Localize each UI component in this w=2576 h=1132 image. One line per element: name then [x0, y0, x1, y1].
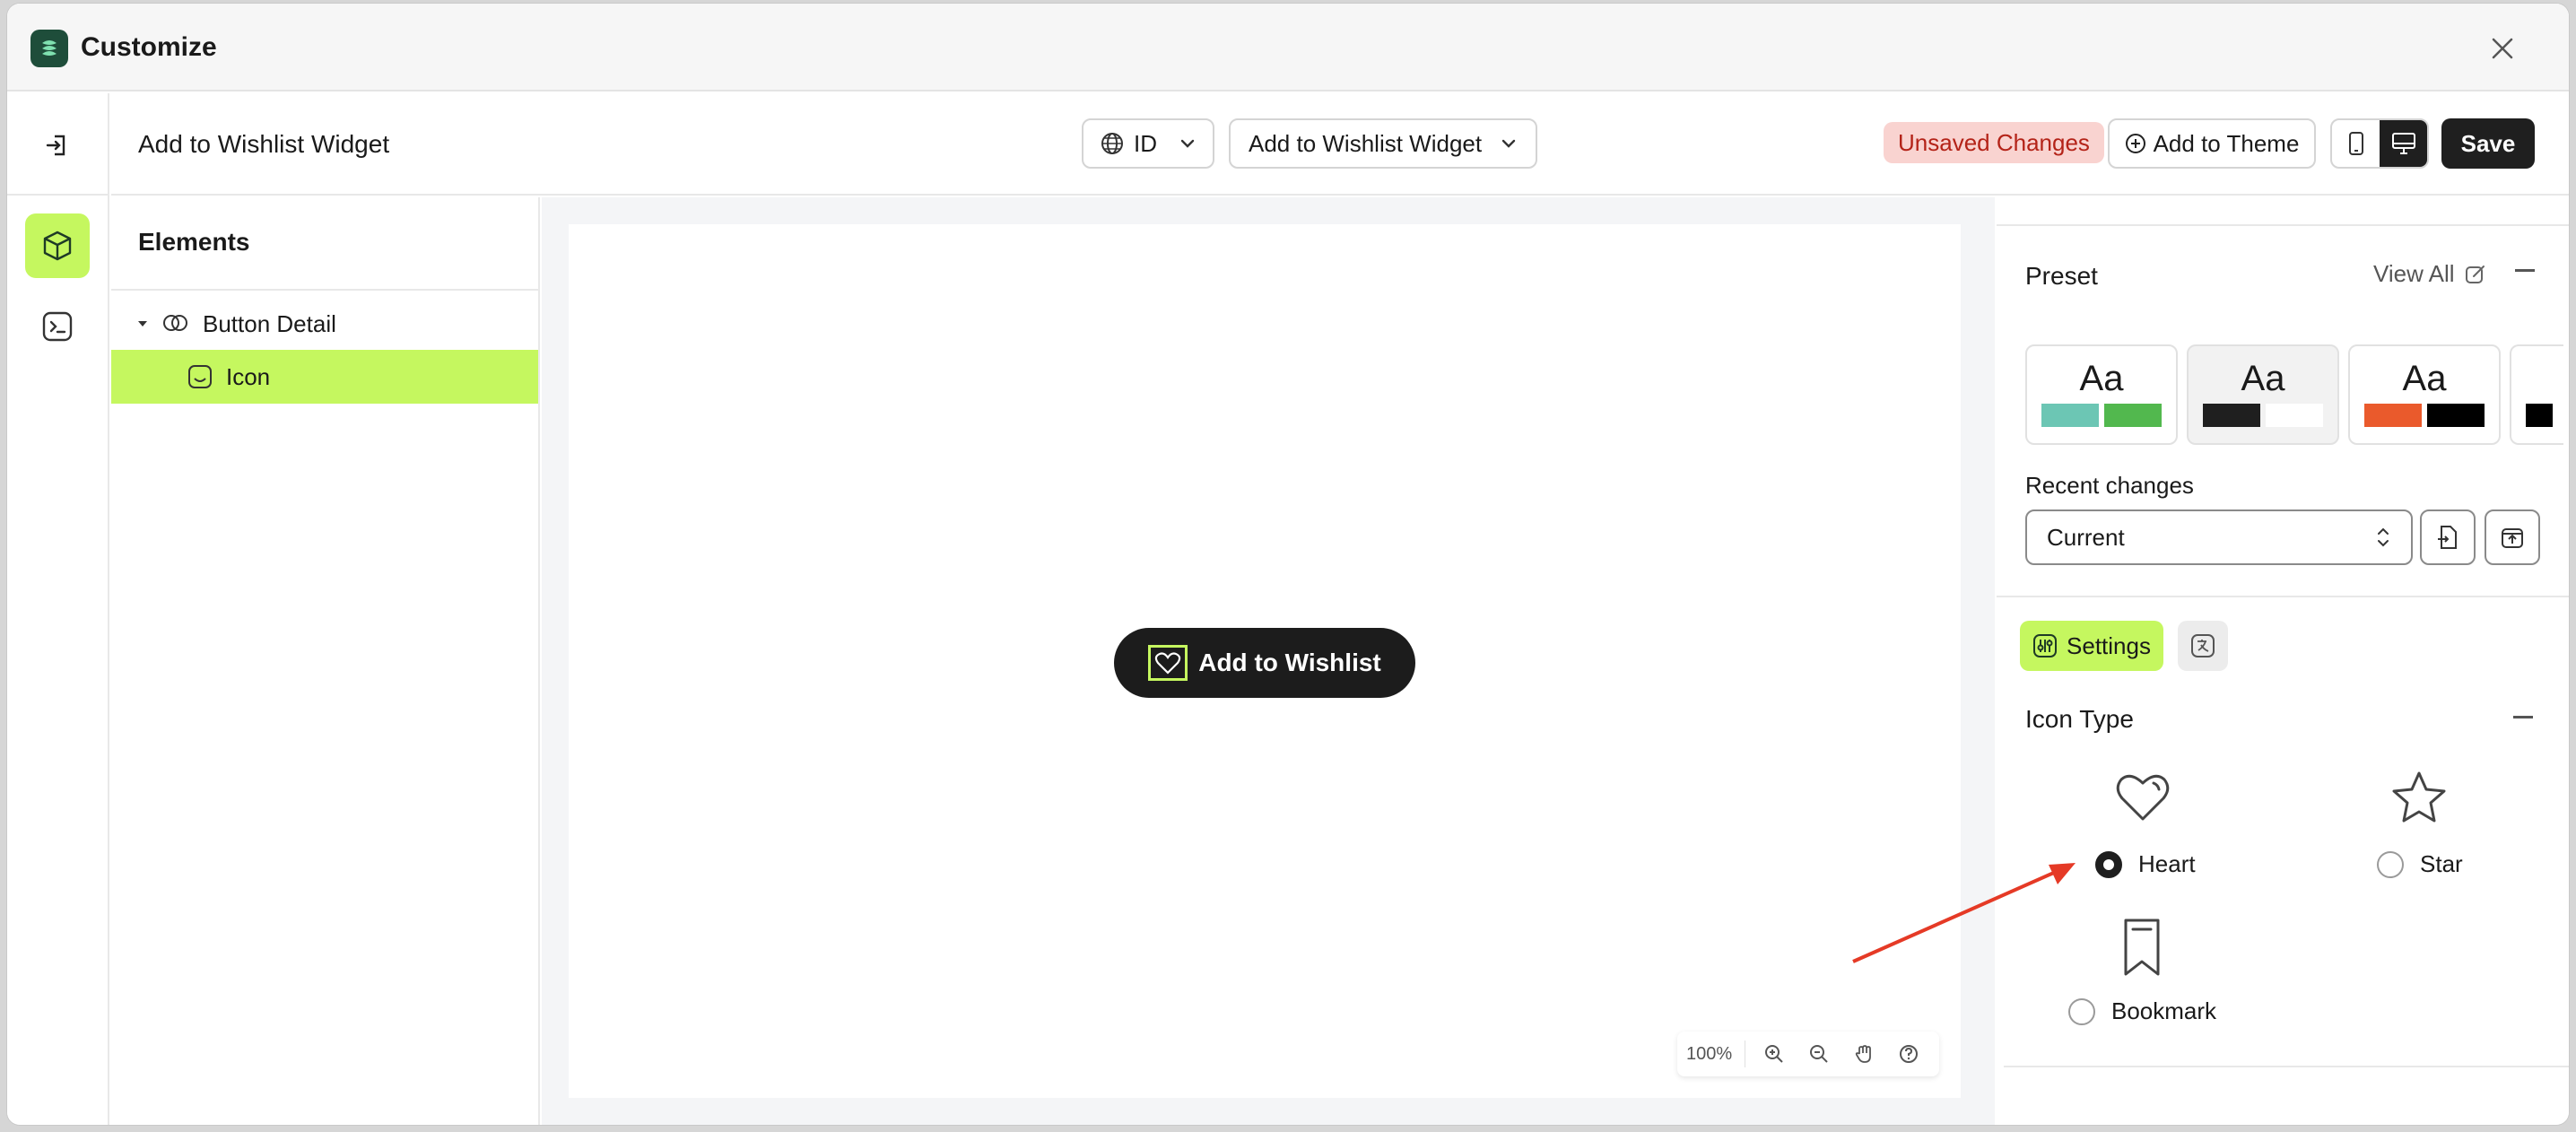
radio-button[interactable] [2377, 850, 2404, 878]
export-upload-icon[interactable] [2485, 509, 2540, 565]
tab-settings[interactable]: Settings [2020, 621, 2163, 671]
editor-header: Add to Wishlist Widget ID Add to Wishlis… [111, 93, 2569, 196]
zoom-in-icon[interactable] [1758, 1038, 1790, 1070]
add-to-wishlist-button[interactable]: Add to Wishlist [1114, 628, 1415, 698]
panel-divider [1997, 224, 2569, 226]
recent-changes-select[interactable]: Current [2025, 509, 2413, 565]
preset-swatch [2427, 404, 2485, 427]
add-to-theme-label: Add to Theme [2153, 129, 2300, 157]
unsaved-changes-badge: Unsaved Changes [1884, 122, 2104, 163]
option-label: Star [2420, 850, 2463, 877]
preset-swatch [2041, 404, 2099, 427]
option-label: Bookmark [2111, 997, 2217, 1024]
tree-item-label: Button Detail [203, 309, 336, 337]
edit-icon [2465, 265, 2485, 283]
globe-icon [1101, 133, 1123, 154]
title-bar: Customize [7, 4, 2569, 91]
radio-button[interactable] [2068, 997, 2095, 1025]
code-terminal-icon[interactable] [36, 305, 79, 348]
sliders-icon [2033, 634, 2058, 657]
preset-sample-text: Aa [2402, 359, 2447, 398]
device-toggle [2330, 118, 2429, 169]
heart-icon[interactable] [2111, 766, 2174, 829]
star-icon[interactable] [2388, 766, 2450, 829]
import-file-icon[interactable] [2420, 509, 2476, 565]
preset-swatch [2104, 404, 2162, 427]
tab-settings-label: Settings [2067, 631, 2151, 659]
preset-swatch [2203, 404, 2260, 427]
preset-card-1[interactable]: Aa [2025, 344, 2178, 445]
elements-divider [111, 289, 538, 291]
chevron-down-icon [1501, 139, 1516, 148]
preset-swatch [2266, 404, 2323, 427]
preset-sample-text: Aa [2241, 359, 2285, 398]
preset-card-4-partial[interactable] [2510, 344, 2563, 445]
bookmark-icon[interactable] [2113, 915, 2171, 980]
elements-title: Elements [138, 228, 250, 256]
radio-star[interactable]: Star [2377, 850, 2463, 878]
page-select[interactable]: Add to Wishlist Widget [1229, 118, 1537, 169]
add-to-theme-button[interactable]: Add to Theme [2108, 118, 2316, 169]
preset-swatch [2526, 404, 2553, 427]
icon-element-icon [188, 365, 212, 388]
icon-type-title: Icon Type [2025, 705, 2134, 733]
recent-changes-value: Current [2047, 523, 2125, 551]
panel-divider [2004, 1066, 2569, 1067]
page-title: Add to Wishlist Widget [138, 130, 390, 158]
language-value: ID [1134, 129, 1157, 157]
preset-card-3[interactable]: Aa [2348, 344, 2501, 445]
plus-circle-icon [2125, 134, 2145, 153]
wishlist-button-label: Add to Wishlist [1198, 649, 1381, 676]
view-all-label: View All [2373, 260, 2455, 287]
preset-collapse-icon[interactable] [2515, 269, 2535, 272]
preset-sample-text: Aa [2079, 359, 2124, 398]
option-label: Heart [2138, 850, 2196, 877]
caret-down-icon [138, 321, 147, 327]
rail-divider [7, 194, 108, 196]
chevron-up-down-icon [2378, 527, 2389, 547]
page-select-value: Add to Wishlist Widget [1249, 129, 1483, 157]
help-icon[interactable] [1893, 1038, 1925, 1070]
radio-button[interactable] [2095, 850, 2122, 878]
heart-icon [1148, 645, 1188, 681]
preview-canvas: Add to Wishlist 100% [569, 224, 1961, 1098]
elements-cube-icon[interactable] [25, 213, 90, 278]
tree-item-label: Icon [226, 362, 271, 390]
canvas-area: Add to Wishlist 100% [542, 197, 1995, 1125]
exit-icon[interactable] [36, 124, 79, 167]
pan-hand-icon[interactable] [1848, 1038, 1880, 1070]
recent-changes-label: Recent changes [2025, 472, 2194, 499]
preset-card-2[interactable]: Aa [2187, 344, 2339, 445]
customize-window: Customize Add to Wishlist Widget ID Add … [7, 4, 2569, 1125]
desktop-view-icon[interactable] [2380, 120, 2427, 167]
left-rail [7, 93, 109, 1125]
save-button[interactable]: Save [2441, 118, 2535, 169]
panel-divider [1997, 596, 2569, 597]
translate-icon[interactable] [2178, 621, 2228, 671]
tree-item-icon[interactable]: Icon [111, 350, 538, 404]
tree-item-button-detail[interactable]: Button Detail [111, 298, 538, 350]
preset-swatch [2364, 404, 2422, 427]
icon-type-collapse-icon[interactable] [2513, 716, 2533, 718]
language-select[interactable]: ID [1082, 118, 1214, 169]
close-icon[interactable] [2485, 30, 2520, 66]
window-title: Customize [81, 32, 217, 62]
elements-panel: Elements Button Detail Icon [111, 197, 540, 1125]
mobile-view-icon[interactable] [2332, 120, 2380, 167]
chevron-down-icon [1180, 139, 1195, 148]
zoom-level: 100% [1686, 1043, 1733, 1064]
radio-heart[interactable]: Heart [2095, 850, 2196, 878]
preset-title: Preset [2025, 262, 2098, 290]
app-logo [30, 30, 68, 67]
radio-bookmark[interactable]: Bookmark [2068, 997, 2216, 1025]
zoom-out-icon[interactable] [1803, 1038, 1835, 1070]
zoom-toolbar: 100% [1677, 1032, 1939, 1076]
component-icon [163, 315, 187, 331]
view-all-link[interactable]: View All [2373, 260, 2487, 288]
settings-panel: Preset View All Aa Aa Aa Recent changes … [1997, 197, 2569, 1125]
